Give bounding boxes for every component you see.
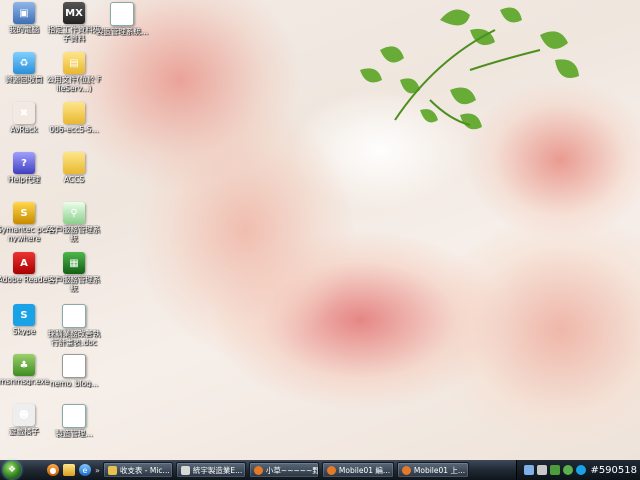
browser-icon [401,465,411,475]
task-label: 統宇製造業E... [192,465,243,475]
desktop-icon-label: nemo_blog... [49,379,99,388]
desktop-icon-label: Symantec pcAnywhere [0,225,51,243]
browser-icon [253,465,263,475]
desktop-icon-skype[interactable]: S Skype [0,304,52,336]
taskbar: ❖ ● e » 收支表 - Mic... 統宇製造業E... 小草~~~~~野.… [0,460,640,480]
game-icon: ☻ [13,404,35,426]
symantec-icon: S [13,202,35,224]
desktop-icon-procurement-doc[interactable]: W 採購業務改善執行計畫表.doc [46,304,102,347]
excel-icon [107,465,117,475]
task-button-blog[interactable]: 小草~~~~~野... [248,462,319,478]
task-button-mobile01-edit[interactable]: Mobile01 編... [321,462,394,478]
folder-icon [63,152,85,174]
green-app-icon: ▦ [63,252,85,274]
mx-icon: MX [63,2,85,24]
desktop-icon-nemo-blog[interactable]: ≡ nemo_blog... [46,354,102,388]
desktop-icon-label: 006-ecc5-S... [49,125,99,134]
desktop-icon-adobe-reader[interactable]: A Adobe Reader [0,252,52,284]
desktop-icon-help-agent[interactable]: ? Help代理 [0,152,52,184]
system-tray: #590518 [516,460,640,480]
desktop-icon-game[interactable]: ☻ 遊戲橘子 [0,404,52,436]
web-app-icon: ⚲ [63,202,85,224]
desktop-icon-folder-accs[interactable]: ACCS [46,152,102,184]
taskbar-clock: #590518 [590,464,637,476]
desktop-icon-label: 製造管理... [55,429,93,438]
task-button-mobile01-upload[interactable]: Mobile01 上... [396,462,469,478]
desktop-icon-messenger[interactable]: ♣ msnmsgr.exe [0,354,52,386]
task-label: Mobile01 上... [413,465,466,475]
desktop-icon-label: ACCS [63,175,85,184]
desktop-icon-shared-folder[interactable]: ▤ 公用文件(位於 FileServ...) [46,52,102,93]
volume-tray-icon[interactable] [537,465,548,475]
desktop-icon-label: 公用文件(位於 FileServ...) [46,75,102,93]
recycle-bin-icon: ♻ [13,52,35,74]
desktop-icon-my-computer[interactable]: ▣ 我的電腦 [0,2,52,34]
desktop-icon-label: 客戶服務管理系統 [47,225,101,243]
app-window-icon [180,465,190,475]
desktop-icon-label: 遊戲橘子 [9,427,39,436]
desktop-icon-label: 採購業務改善執行計畫表.doc [47,329,101,347]
desktop-icon-recycle-bin[interactable]: ♻ 資源回收筒 [0,52,52,84]
desktop-icon-manufacturing-doc[interactable]: W 製造管理系統... [94,2,150,36]
quicklaunch-more-icon[interactable]: » [95,466,100,475]
text-file-icon: ≡ [62,354,86,378]
desktop-icon-manufacturing-doc-2[interactable]: W 製造管理... [46,404,102,438]
desktop-icon-label: 客戶服務管理系統 [47,275,101,293]
desktop-icon-symantec[interactable]: S Symantec pcAnywhere [0,202,52,243]
desktop-icon-label: msnmsgr.exe [0,377,50,386]
desktop-icon-label: 製造管理系統... [95,27,149,36]
desktop-icon-customer-service-app[interactable]: ▦ 客戶服務管理系統 [46,252,102,293]
document-icon: W [62,304,86,328]
task-button-spreadsheet[interactable]: 收支表 - Mic... [102,462,173,478]
desktop-icon-label: Help代理 [7,175,41,184]
messenger-tray-icon[interactable] [563,465,574,475]
task-label: 收支表 - Mic... [119,465,170,475]
avrack-icon: ✖ [13,102,35,124]
desktop-icon-avrack[interactable]: ✖ AvRack [0,102,52,135]
desktop-icon-label: 資源回收筒 [5,75,43,84]
security-tray-icon[interactable] [550,465,561,475]
desktop-icon-folder-006[interactable]: 006-ecc5-S... [46,102,102,134]
desktop-icon-label: 我的電腦 [9,25,39,34]
desktop-icon-label: AvRack [10,125,38,134]
ie-quicklaunch-icon[interactable]: e [79,464,91,476]
desktop-icon-label: Adobe Reader [0,275,51,284]
folder-icon [63,102,85,124]
task-button-erp[interactable]: 統宇製造業E... [175,462,246,478]
messenger-icon: ♣ [13,354,35,376]
computer-icon: ▣ [13,2,35,24]
firefox-quicklaunch-icon[interactable]: ● [47,464,59,476]
shared-folder-icon: ▤ [63,52,85,74]
windows-logo-icon: ❖ [7,465,17,475]
browser-icon [326,465,336,475]
skype-tray-icon[interactable] [576,465,587,475]
adobe-reader-icon: A [13,252,35,274]
network-tray-icon[interactable] [524,465,535,475]
folder-quicklaunch-icon[interactable] [63,464,75,476]
start-button[interactable]: ❖ [3,461,21,479]
task-label: 小草~~~~~野... [265,465,319,475]
task-label: Mobile01 編... [338,465,391,475]
document-icon: W [62,404,86,428]
desktop-icon-label: Skype [12,327,36,336]
skype-icon: S [13,304,35,326]
desktop-icon-customer-service-web[interactable]: ⚲ 客戶服務管理系統 [46,202,102,243]
help-agent-icon: ? [13,152,35,174]
document-icon: W [110,2,134,26]
